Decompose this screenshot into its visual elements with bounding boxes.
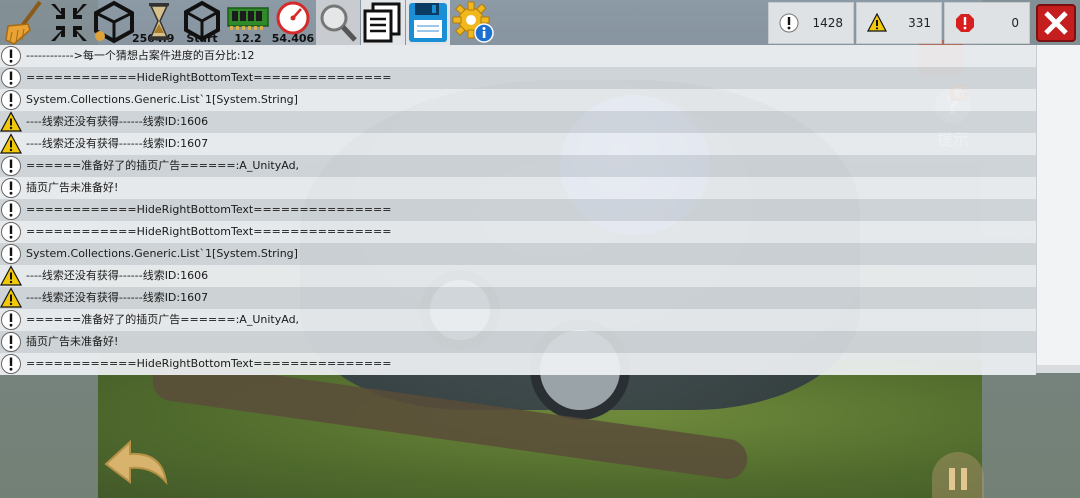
- search-icon: [320, 4, 357, 42]
- log-count-toggle[interactable]: 1428: [768, 2, 854, 44]
- info-exclamation-icon: [1, 244, 21, 264]
- log-count: 1428: [812, 16, 843, 30]
- close-console-button[interactable]: [1036, 4, 1076, 42]
- collapse-button[interactable]: [47, 0, 91, 45]
- settings-info-button[interactable]: [451, 0, 495, 45]
- floppy-disk-icon: [409, 3, 447, 42]
- scrollbar-thumb[interactable]: [1037, 365, 1080, 373]
- start-label: Start: [186, 32, 218, 45]
- log-message: ======准备好了的插页广告======:A_UnityAd,: [26, 159, 300, 172]
- log-message: 插页广告未准备好!: [26, 335, 119, 348]
- log-message: ============HideRightBottomText=========…: [26, 357, 392, 370]
- info-exclamation-icon: [1, 222, 21, 242]
- info-exclamation-icon: [1, 332, 21, 352]
- broom-icon: [5, 0, 42, 45]
- fps-button[interactable]: 54.406: [271, 0, 315, 45]
- log-entry-warning[interactable]: ----线索还没有获得------线索ID:1606: [0, 111, 1036, 133]
- console-toolbar: 2564.9 Start 12.2: [0, 0, 1080, 45]
- log-entry-info[interactable]: ======准备好了的插页广告======:A_UnityAd,: [0, 309, 1036, 331]
- warning-icon: [0, 133, 22, 154]
- unity-info-button[interactable]: 2564.9: [92, 0, 174, 45]
- info-exclamation-icon: [779, 13, 799, 33]
- memory-value: 12.2: [234, 32, 262, 45]
- info-exclamation-icon: [1, 68, 21, 88]
- log-message: System.Collections.Generic.List`1[System…: [26, 93, 298, 106]
- close-icon: [1044, 11, 1068, 35]
- time-button[interactable]: [137, 0, 181, 45]
- log-entry-info[interactable]: 插页广告未准备好!: [0, 331, 1036, 353]
- log-message: ============HideRightBottomText=========…: [26, 71, 392, 84]
- log-entry-info[interactable]: System.Collections.Generic.List`1[System…: [0, 243, 1036, 265]
- info-exclamation-icon: [1, 200, 21, 220]
- log-message: ----线索还没有获得------线索ID:1606: [26, 115, 209, 128]
- log-entry-info[interactable]: ============HideRightBottomText=========…: [0, 199, 1036, 221]
- warning-icon: [0, 265, 22, 286]
- warning-count-toggle[interactable]: 331: [856, 2, 942, 44]
- error-count: 0: [1011, 16, 1019, 30]
- warning-icon: [867, 13, 887, 32]
- info-exclamation-icon: [1, 156, 21, 176]
- warning-count: 331: [908, 16, 931, 30]
- gear-info-icon: [452, 1, 494, 43]
- copy-button[interactable]: [361, 0, 405, 45]
- start-button[interactable]: Start: [180, 0, 224, 45]
- log-entry-info[interactable]: System.Collections.Generic.List`1[System…: [0, 89, 1036, 111]
- log-entry-warning[interactable]: ----线索还没有获得------线索ID:1606: [0, 265, 1036, 287]
- log-entry-info[interactable]: 插页广告未准备好!: [0, 177, 1036, 199]
- memory-button[interactable]: 12.2: [226, 0, 270, 45]
- log-message: ------------>每一个猜想占案件进度的百分比:12: [26, 49, 255, 62]
- log-message: ============HideRightBottomText=========…: [26, 203, 392, 216]
- log-entry-info[interactable]: ------------>每一个猜想占案件进度的百分比:12: [0, 45, 1036, 67]
- warning-icon: [0, 287, 22, 308]
- log-entry-warning[interactable]: ----线索还没有获得------线索ID:1607: [0, 287, 1036, 309]
- pause-button[interactable]: [932, 452, 984, 498]
- pause-icon: [949, 468, 955, 490]
- log-message: ----线索还没有获得------线索ID:1607: [26, 137, 209, 150]
- info-exclamation-icon: [1, 90, 21, 110]
- info-exclamation-icon: [1, 46, 21, 66]
- log-list[interactable]: ------------>每一个猜想占案件进度的百分比:12 ==========…: [0, 45, 1036, 375]
- log-entry-info[interactable]: ============HideRightBottomText=========…: [0, 67, 1036, 89]
- log-entry-info[interactable]: ============HideRightBottomText=========…: [0, 353, 1036, 375]
- log-message: ----线索还没有获得------线索ID:1607: [26, 291, 209, 304]
- unity-logo-icon: [94, 0, 134, 44]
- error-icon: [956, 14, 974, 32]
- log-message: System.Collections.Generic.List`1[System…: [26, 247, 298, 260]
- info-exclamation-icon: [1, 310, 21, 330]
- error-count-toggle[interactable]: 0: [944, 2, 1030, 44]
- log-entry-info[interactable]: ======准备好了的插页广告======:A_UnityAd,: [0, 155, 1036, 177]
- hourglass-icon: [149, 3, 169, 40]
- log-entry-warning[interactable]: ----线索还没有获得------线索ID:1607: [0, 133, 1036, 155]
- log-message: 插页广告未准备好!: [26, 181, 119, 194]
- warning-icon: [0, 111, 22, 132]
- log-message: ============HideRightBottomText=========…: [26, 225, 392, 238]
- log-scrollbar[interactable]: [1036, 45, 1080, 373]
- log-entry-info[interactable]: ============HideRightBottomText=========…: [0, 221, 1036, 243]
- copy-icon: [363, 2, 401, 43]
- back-arrow-icon[interactable]: [100, 432, 172, 492]
- fps-value: 54.406: [271, 32, 315, 45]
- clear-log-button[interactable]: [2, 0, 46, 45]
- info-exclamation-icon: [1, 178, 21, 198]
- log-message: ======准备好了的插页广告======:A_UnityAd,: [26, 313, 300, 326]
- info-exclamation-icon: [1, 354, 21, 374]
- save-button[interactable]: [406, 0, 450, 45]
- search-button[interactable]: [316, 0, 360, 45]
- log-message: ----线索还没有获得------线索ID:1606: [26, 269, 209, 282]
- collapse-arrows-icon: [51, 4, 87, 41]
